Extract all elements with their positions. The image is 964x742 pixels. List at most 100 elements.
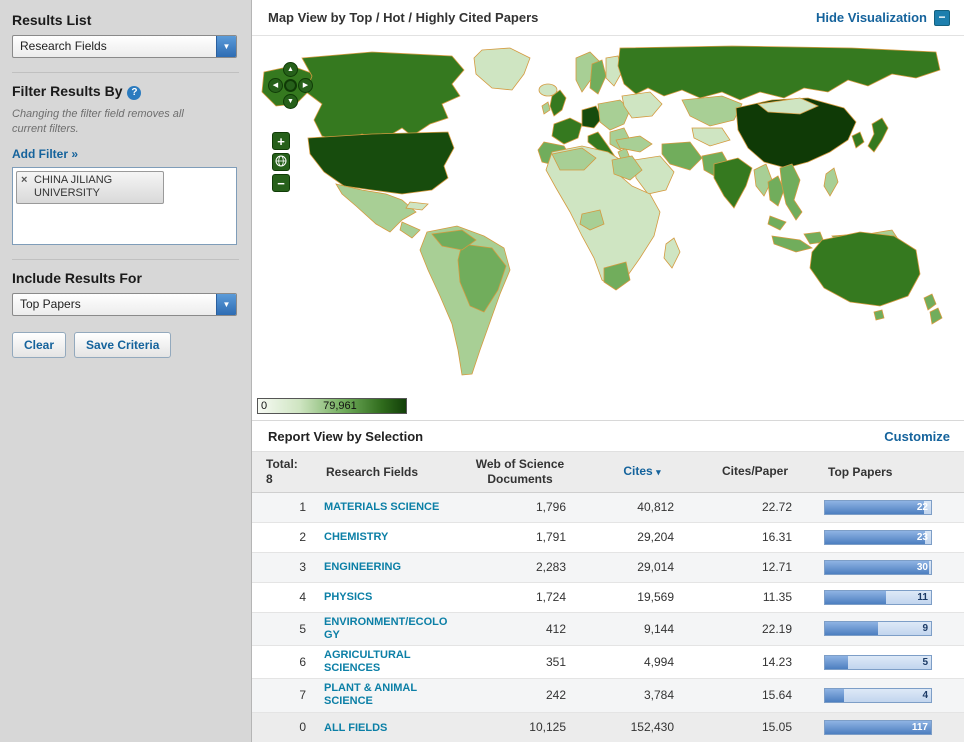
- save-criteria-button[interactable]: Save Criteria: [74, 332, 171, 358]
- top-papers-bar-fill: [825, 591, 886, 604]
- globe-icon: [275, 155, 287, 167]
- region-kazakhstan[interactable]: [682, 96, 742, 126]
- region-indonesia-sumatra[interactable]: [772, 236, 812, 252]
- field-link[interactable]: PHYSICS: [324, 591, 372, 604]
- collapse-icon[interactable]: −: [934, 10, 950, 26]
- customize-link[interactable]: Customize: [884, 429, 950, 444]
- include-results-heading: Include Results For: [12, 270, 239, 286]
- add-filter-link[interactable]: Add Filter »: [12, 147, 78, 161]
- cites-cell: 40,812: [588, 492, 696, 522]
- map-zoom-controls: + −: [272, 132, 290, 192]
- table-row-all-fields: 0 ALL FIELDS 10,125 152,430 15.05 117: [252, 712, 964, 742]
- table-row: 6 AGRICULTURAL SCIENCES 351 4,994 14.23 …: [252, 645, 964, 678]
- rank-cell: 5: [252, 612, 320, 645]
- region-russia[interactable]: [618, 46, 940, 100]
- globe-reset-button[interactable]: [272, 153, 290, 171]
- results-list-dropdown-value: Research Fields: [13, 36, 216, 57]
- total-count-header: Total: 8: [252, 452, 320, 492]
- rank-cell: 3: [252, 552, 320, 582]
- top-papers-value: 23: [917, 532, 928, 543]
- top-papers-bar: 4: [824, 688, 932, 703]
- pan-up-button[interactable]: ▲: [283, 62, 298, 77]
- table-row: 1 MATERIALS SCIENCE 1,796 40,812 22.72 2…: [252, 492, 964, 522]
- docs-cell: 10,125: [452, 712, 588, 742]
- table-row: 7 PLANT & ANIMAL SCIENCE 242 3,784 15.64…: [252, 679, 964, 712]
- pan-left-button[interactable]: ◀: [268, 78, 283, 93]
- region-ireland[interactable]: [542, 102, 550, 114]
- top-papers-value: 117: [912, 722, 928, 733]
- choropleth-world-map[interactable]: [252, 44, 964, 380]
- rank-cell: 6: [252, 645, 320, 678]
- filter-heading-label: Filter Results By: [12, 83, 122, 99]
- region-vietnam[interactable]: [780, 164, 802, 220]
- legend-min-value: 0: [261, 400, 267, 412]
- region-united-states[interactable]: [308, 132, 454, 194]
- region-tasmania[interactable]: [874, 310, 884, 320]
- field-link[interactable]: ENVIRONMENT/ECOLOGY: [324, 616, 448, 642]
- main-panel: Map View by Top / Hot / Highly Cited Pap…: [252, 0, 964, 742]
- rank-cell: 0: [252, 712, 320, 742]
- region-philippines[interactable]: [824, 168, 838, 196]
- table-row: 5 ENVIRONMENT/ECOLOGY 412 9,144 22.19 9: [252, 612, 964, 645]
- cites-cell: 29,014: [588, 552, 696, 582]
- top-papers-value: 5: [922, 657, 928, 668]
- report-header: Report View by Selection Customize: [252, 420, 964, 452]
- region-cuba[interactable]: [406, 202, 428, 210]
- filter-note: Changing the filter field removes all cu…: [12, 107, 212, 137]
- cpp-cell: 14.23: [696, 645, 814, 678]
- pan-right-button[interactable]: ▶: [298, 78, 313, 93]
- region-south-korea[interactable]: [852, 132, 864, 148]
- field-link[interactable]: AGRICULTURAL SCIENCES: [324, 649, 448, 675]
- docs-cell: 1,796: [452, 492, 588, 522]
- field-link[interactable]: MATERIALS SCIENCE: [324, 501, 439, 514]
- region-japan[interactable]: [868, 118, 888, 152]
- visualization-title: Map View by Top / Hot / Highly Cited Pap…: [268, 10, 538, 25]
- top-papers-bar: 11: [824, 590, 932, 605]
- include-results-dropdown[interactable]: Top Papers ▼: [12, 293, 237, 316]
- region-new-zealand-south[interactable]: [930, 308, 942, 324]
- research-fields-header: Research Fields: [320, 452, 452, 492]
- zoom-out-button[interactable]: −: [272, 174, 290, 192]
- hide-visualization-link[interactable]: Hide Visualization: [816, 10, 927, 25]
- map-color-legend: 0 79,961: [257, 398, 407, 414]
- field-link[interactable]: CHEMISTRY: [324, 531, 388, 544]
- cites-sort-header[interactable]: Cites ▾: [588, 452, 696, 492]
- sidebar: Results List Research Fields ▼ Filter Re…: [0, 0, 252, 742]
- filter-tag[interactable]: × CHINA JILIANG UNIVERSITY: [16, 171, 164, 205]
- clear-button[interactable]: Clear: [12, 332, 66, 358]
- active-filters-box[interactable]: × CHINA JILIANG UNIVERSITY: [12, 167, 237, 245]
- region-new-zealand-north[interactable]: [924, 294, 936, 310]
- map-pan-control[interactable]: ▲ ◀ ▶ ▼: [268, 62, 313, 109]
- top-papers-bar-fill: [825, 622, 878, 635]
- region-malaysia[interactable]: [768, 216, 786, 230]
- top-papers-bar: 9: [824, 621, 932, 636]
- total-label: Total:: [266, 457, 298, 471]
- pan-center-knob[interactable]: [284, 79, 297, 92]
- region-india[interactable]: [714, 158, 752, 208]
- cites-cell: 9,144: [588, 612, 696, 645]
- remove-filter-icon[interactable]: ×: [21, 174, 27, 188]
- region-central-asia[interactable]: [692, 128, 730, 146]
- help-icon[interactable]: ?: [127, 86, 141, 100]
- field-link[interactable]: PLANT & ANIMAL SCIENCE: [324, 682, 448, 708]
- region-sweden[interactable]: [590, 60, 606, 94]
- cpp-cell: 22.72: [696, 492, 814, 522]
- cites-header-label: Cites: [623, 464, 652, 478]
- region-greenland[interactable]: [474, 48, 530, 90]
- rank-cell: 4: [252, 582, 320, 612]
- zoom-in-button[interactable]: +: [272, 132, 290, 150]
- results-list-dropdown[interactable]: Research Fields ▼: [12, 35, 237, 58]
- region-france[interactable]: [552, 118, 582, 144]
- include-results-section: Include Results For Top Papers ▼: [12, 259, 239, 316]
- top-papers-bar: 22: [824, 500, 932, 515]
- pan-down-button[interactable]: ▼: [283, 94, 298, 109]
- region-australia[interactable]: [810, 232, 920, 306]
- region-canada[interactable]: [302, 52, 464, 142]
- region-madagascar[interactable]: [664, 238, 680, 268]
- field-link[interactable]: ENGINEERING: [324, 561, 401, 574]
- region-central-america[interactable]: [400, 222, 420, 238]
- cites-cell: 152,430: [588, 712, 696, 742]
- results-list-section: Results List Research Fields ▼: [12, 10, 239, 58]
- field-link[interactable]: ALL FIELDS: [324, 722, 387, 735]
- top-papers-header: Top Papers: [814, 452, 964, 492]
